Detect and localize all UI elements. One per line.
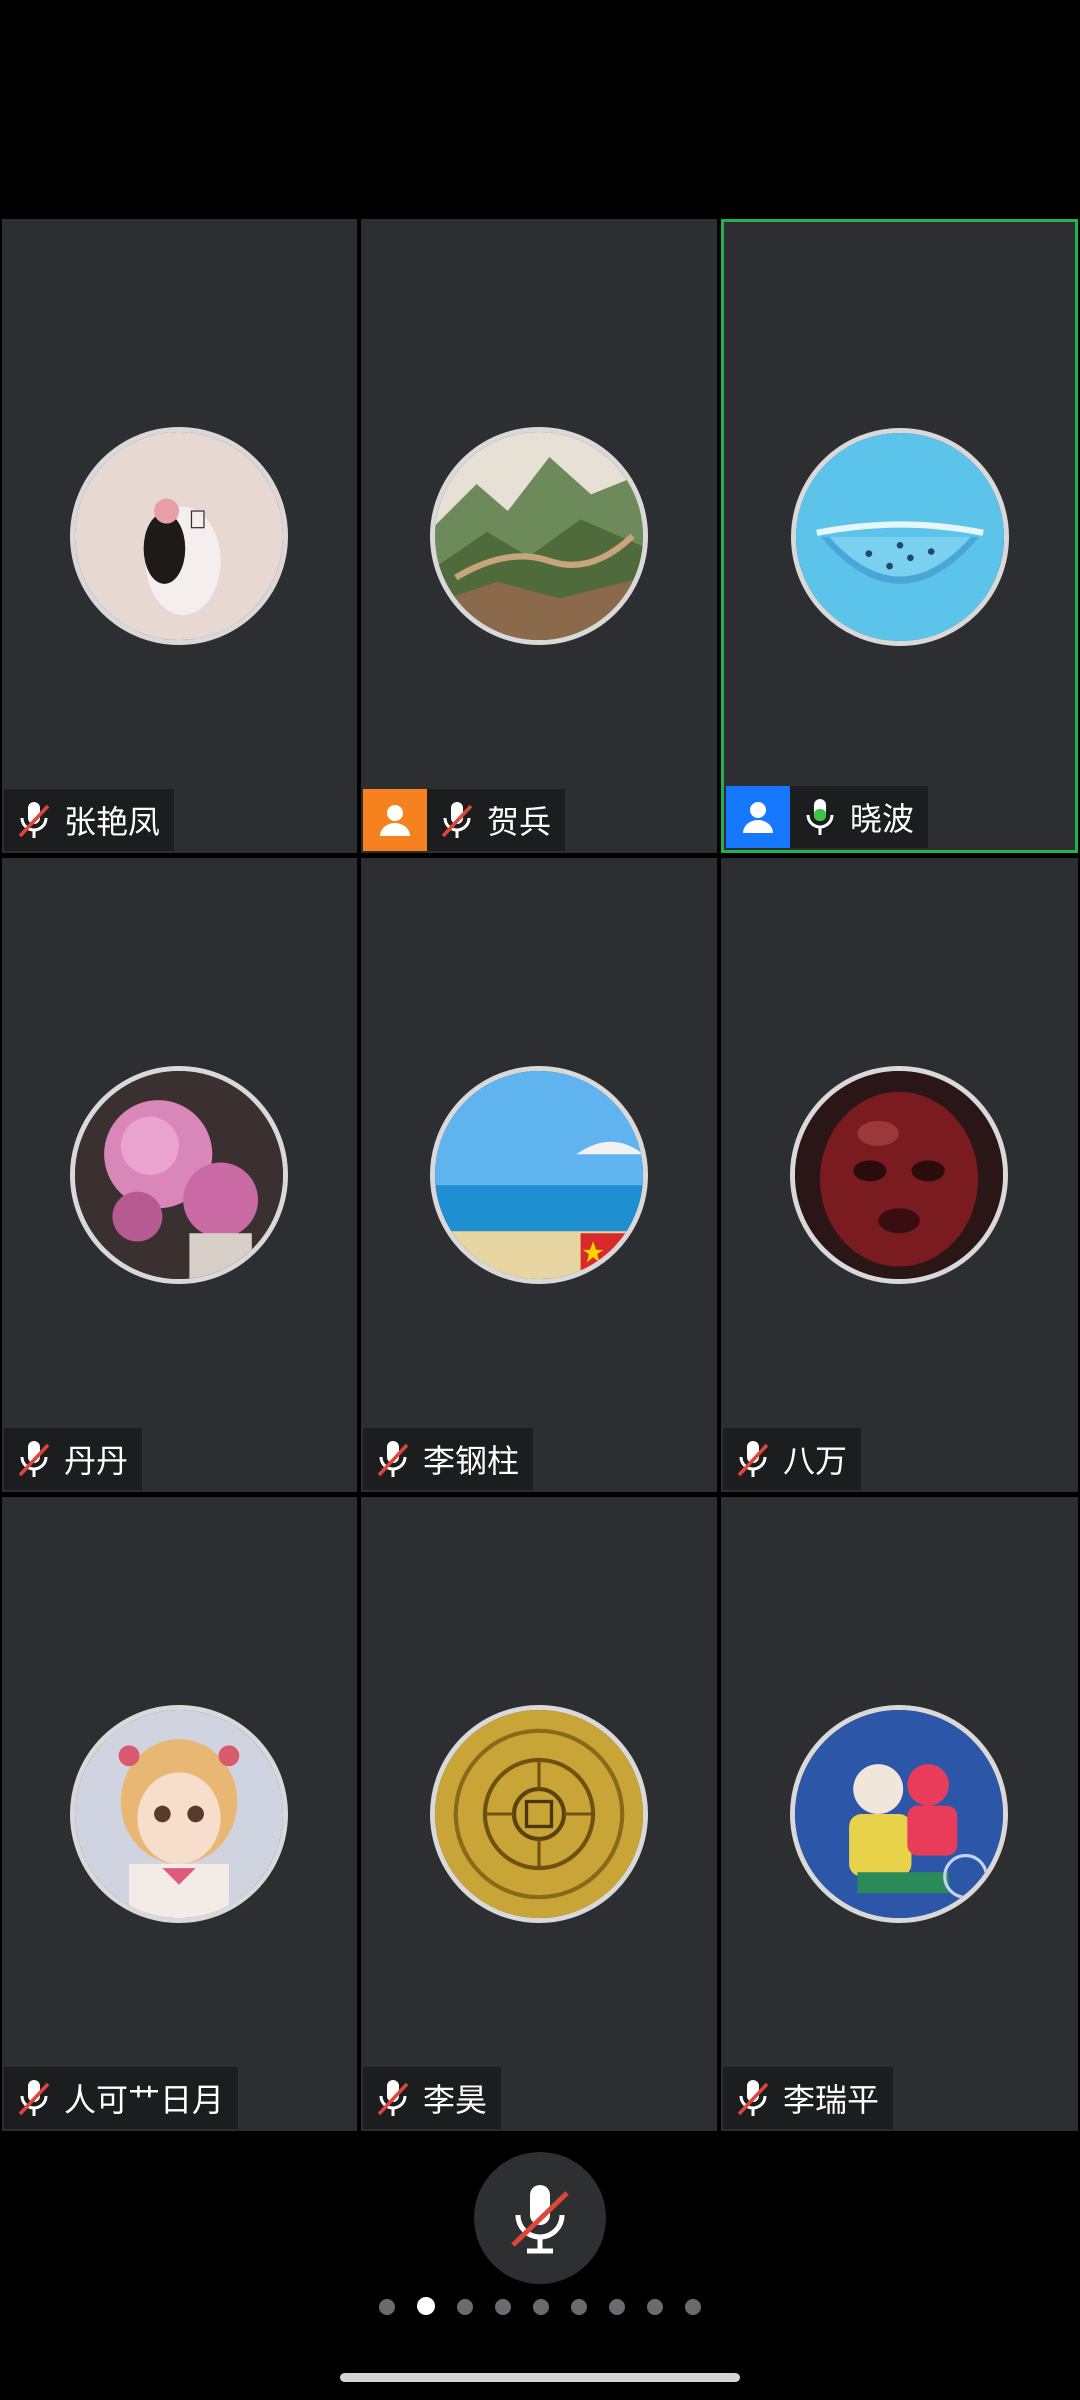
mic-muted-icon — [14, 798, 54, 842]
mic-muted-icon — [733, 2076, 773, 2120]
participant-label: 张艳凤 — [4, 789, 175, 851]
avatar — [791, 428, 1009, 646]
avatar — [430, 427, 648, 645]
participant-label: 李昊 — [363, 2067, 502, 2129]
page-dot-2-current[interactable] — [417, 2297, 435, 2315]
mic-muted-icon — [14, 2076, 54, 2120]
participant-name: 丹丹 — [64, 1442, 129, 1480]
name-box: 张艳凤 — [4, 789, 175, 851]
name-box: 李瑞平 — [723, 2067, 894, 2129]
mute-toggle-button[interactable] — [474, 2152, 606, 2284]
mic-muted-icon — [14, 1437, 54, 1481]
participant-tile-7[interactable]: 人可艹日月 — [2, 1497, 357, 2131]
participant-name: 李钢柱 — [423, 1442, 520, 1480]
avatar — [70, 427, 288, 645]
participant-tile-1[interactable]: 张艳凤 — [2, 219, 357, 853]
page-dot-5[interactable] — [533, 2299, 549, 2315]
host-badge — [363, 789, 427, 851]
mic-muted-icon — [511, 2185, 569, 2254]
name-box: 贺兵 — [427, 789, 566, 851]
page-dot-7[interactable] — [609, 2299, 625, 2315]
page-dot-4[interactable] — [495, 2299, 511, 2315]
participant-name: 晓波 — [850, 800, 915, 838]
page-dot-6[interactable] — [571, 2299, 587, 2315]
person-icon — [743, 802, 773, 833]
avatar — [70, 1066, 288, 1284]
avatar — [430, 1705, 648, 1923]
participant-label: 贺兵 — [363, 789, 566, 851]
participant-label: 李瑞平 — [723, 2067, 894, 2129]
page-dot-9[interactable] — [685, 2299, 701, 2315]
name-box: 丹丹 — [4, 1428, 143, 1490]
participant-name: 八万 — [783, 1442, 848, 1480]
participant-name: 李瑞平 — [783, 2081, 880, 2119]
mic-muted-icon — [733, 1437, 773, 1481]
home-indicator[interactable] — [340, 2373, 740, 2382]
participant-name: 李昊 — [423, 2081, 488, 2119]
participant-tile-3-speaking[interactable]: 晓波 — [721, 219, 1078, 853]
participant-label: 晓波 — [726, 786, 929, 848]
page-dot-3[interactable] — [457, 2299, 473, 2315]
participant-name: 张艳凤 — [64, 803, 161, 841]
participant-name: 贺兵 — [487, 803, 552, 841]
name-box: 李钢柱 — [363, 1428, 534, 1490]
video-grid: 张艳凤 贺兵 晓波 丹丹 李钢柱 八万 人可艹日月 李昊 李瑞平 — [0, 0, 1080, 2400]
participant-tile-5[interactable]: 李钢柱 — [361, 858, 717, 1492]
page-indicator[interactable] — [0, 2297, 1080, 2317]
page-dot-8[interactable] — [647, 2299, 663, 2315]
avatar — [790, 1705, 1008, 1923]
name-box: 八万 — [723, 1428, 862, 1490]
participant-label: 丹丹 — [4, 1428, 143, 1490]
name-box: 晓波 — [790, 786, 929, 848]
participant-label: 人可艹日月 — [4, 2067, 239, 2129]
participant-name: 人可艹日月 — [64, 2081, 225, 2119]
mic-muted-icon — [437, 798, 477, 842]
avatar — [70, 1705, 288, 1923]
avatar — [790, 1066, 1008, 1284]
cohost-badge — [726, 786, 790, 848]
participant-tile-4[interactable]: 丹丹 — [2, 858, 357, 1492]
participant-tile-9[interactable]: 李瑞平 — [721, 1497, 1078, 2131]
participant-label: 李钢柱 — [363, 1428, 534, 1490]
mic-muted-icon — [373, 2076, 413, 2120]
participant-tile-2[interactable]: 贺兵 — [361, 219, 717, 853]
bottom-bar — [0, 2135, 1080, 2400]
page-dot-1[interactable] — [379, 2299, 395, 2315]
mic-active-icon — [800, 795, 840, 839]
person-icon — [380, 805, 410, 836]
participant-tile-6[interactable]: 八万 — [721, 858, 1078, 1492]
mic-muted-icon — [373, 1437, 413, 1481]
avatar — [430, 1066, 648, 1284]
participant-label: 八万 — [723, 1428, 862, 1490]
name-box: 李昊 — [363, 2067, 502, 2129]
participant-tile-8[interactable]: 李昊 — [361, 1497, 717, 2131]
name-box: 人可艹日月 — [4, 2067, 239, 2129]
